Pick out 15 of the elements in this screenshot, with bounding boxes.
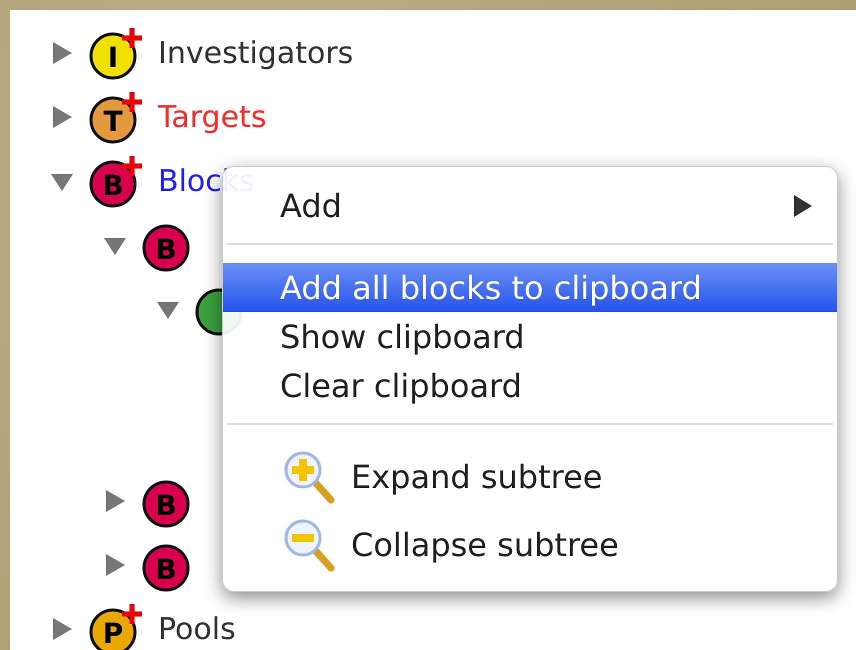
collapsed-arrow-icon[interactable] [103,553,127,577]
tree-item-label[interactable]: Targets [158,100,266,134]
tree-item-label[interactable]: Investigators [158,36,354,70]
menu-item[interactable]: Show clipboard [223,312,837,361]
collapsed-arrow-icon[interactable] [103,489,127,513]
menu-item[interactable]: Add [223,181,837,230]
menu-item[interactable]: Clear clipboard [223,361,837,410]
menu-item[interactable]: Expand subtree [223,443,837,511]
tree-item-label[interactable]: Pools [158,612,236,646]
menu-item[interactable]: Collapse subtree [223,511,837,579]
menu-item[interactable]: Add all blocks to clipboard [223,263,837,312]
collapsed-arrow-icon[interactable] [50,617,74,641]
collapsed-arrow-icon[interactable] [50,41,74,65]
submenu-arrow-icon [793,194,813,218]
collapsed-arrow-icon[interactable] [50,105,74,129]
